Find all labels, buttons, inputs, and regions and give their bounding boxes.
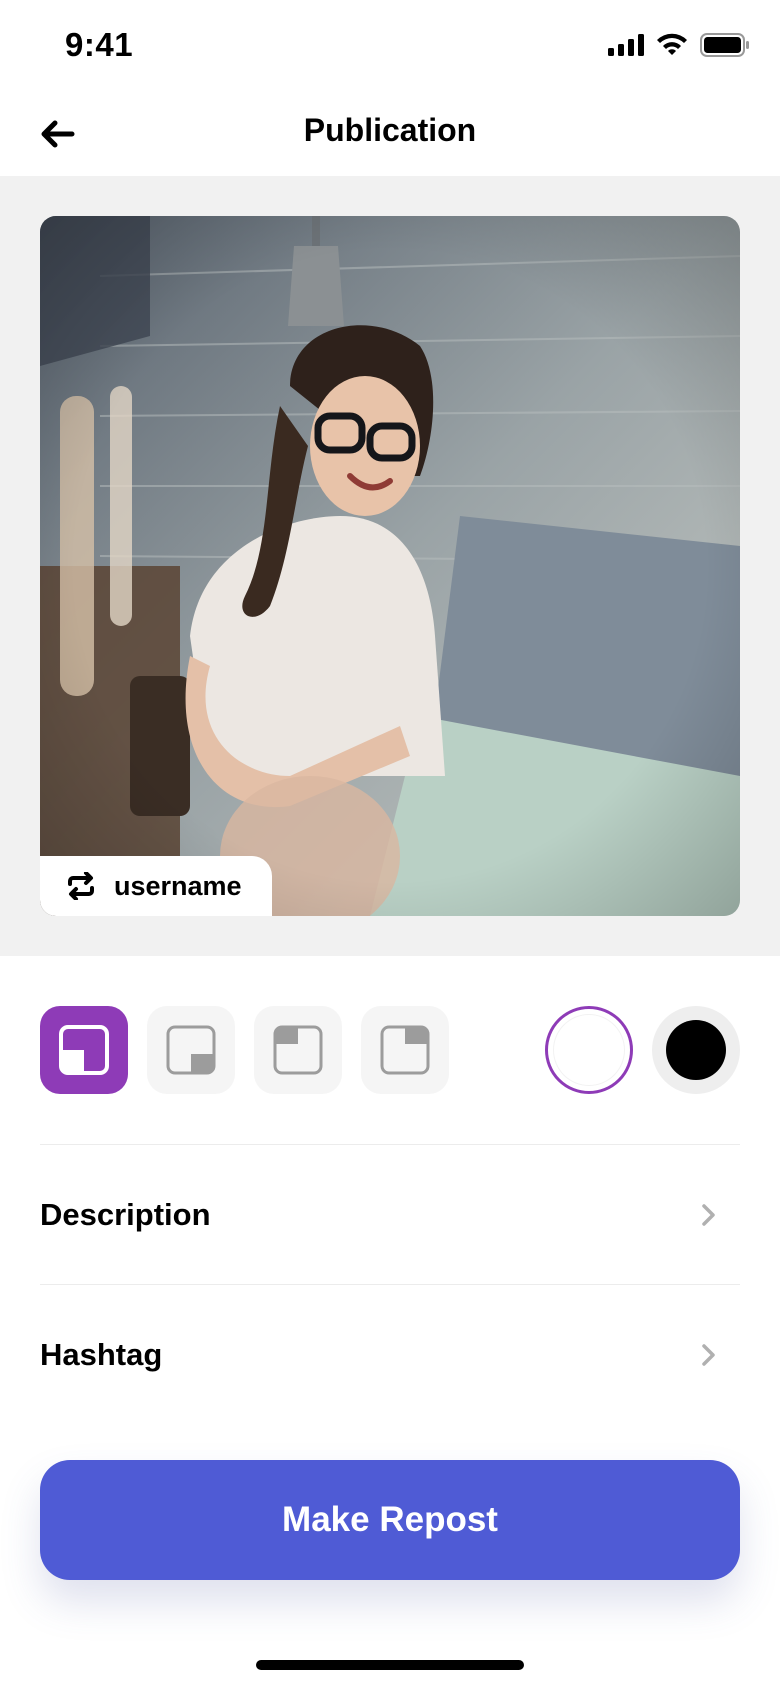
color-black-swatch[interactable]: [652, 1006, 740, 1094]
hashtag-label: Hashtag: [40, 1337, 163, 1372]
color-white-swatch[interactable]: [545, 1006, 633, 1094]
home-indicator: [256, 1660, 524, 1670]
corner-top-right-icon: [380, 1025, 430, 1075]
repost-icon: [68, 872, 94, 900]
status-time: 9:41: [65, 26, 134, 63]
position-top-left-button[interactable]: [254, 1006, 342, 1094]
repost-tag[interactable]: username: [40, 856, 272, 916]
description-row[interactable]: Description: [40, 1150, 740, 1280]
photo-preview: username: [40, 216, 740, 916]
nav-bar: Publication: [0, 94, 780, 176]
repost-username: username: [114, 870, 242, 901]
position-bottom-right-button[interactable]: [147, 1006, 235, 1094]
photo-area: username: [0, 176, 780, 956]
position-bottom-left-button[interactable]: [40, 1006, 128, 1094]
chevron-right-icon: [694, 1340, 724, 1370]
options-row: [40, 1006, 740, 1094]
status-icons: [608, 33, 750, 57]
white-swatch-fill: [553, 1014, 625, 1086]
battery-icon: [700, 33, 749, 57]
chevron-right-icon: [694, 1200, 724, 1230]
status-bar: 9:41: [0, 0, 780, 94]
description-label: Description: [40, 1197, 211, 1232]
divider: [40, 1284, 740, 1285]
corner-bottom-left-icon: [59, 1025, 109, 1075]
page-title: Publication: [303, 112, 477, 148]
signal-icon: [608, 34, 644, 56]
corner-top-left-icon: [273, 1025, 323, 1075]
position-top-right-button[interactable]: [361, 1006, 449, 1094]
wifi-icon: [657, 33, 687, 55]
hashtag-row[interactable]: Hashtag: [40, 1290, 740, 1420]
black-swatch-fill: [666, 1020, 726, 1080]
photo-image: [40, 216, 740, 916]
make-repost-button[interactable]: Make Repost: [40, 1460, 740, 1580]
corner-bottom-right-icon: [166, 1025, 216, 1075]
divider: [40, 1144, 740, 1145]
